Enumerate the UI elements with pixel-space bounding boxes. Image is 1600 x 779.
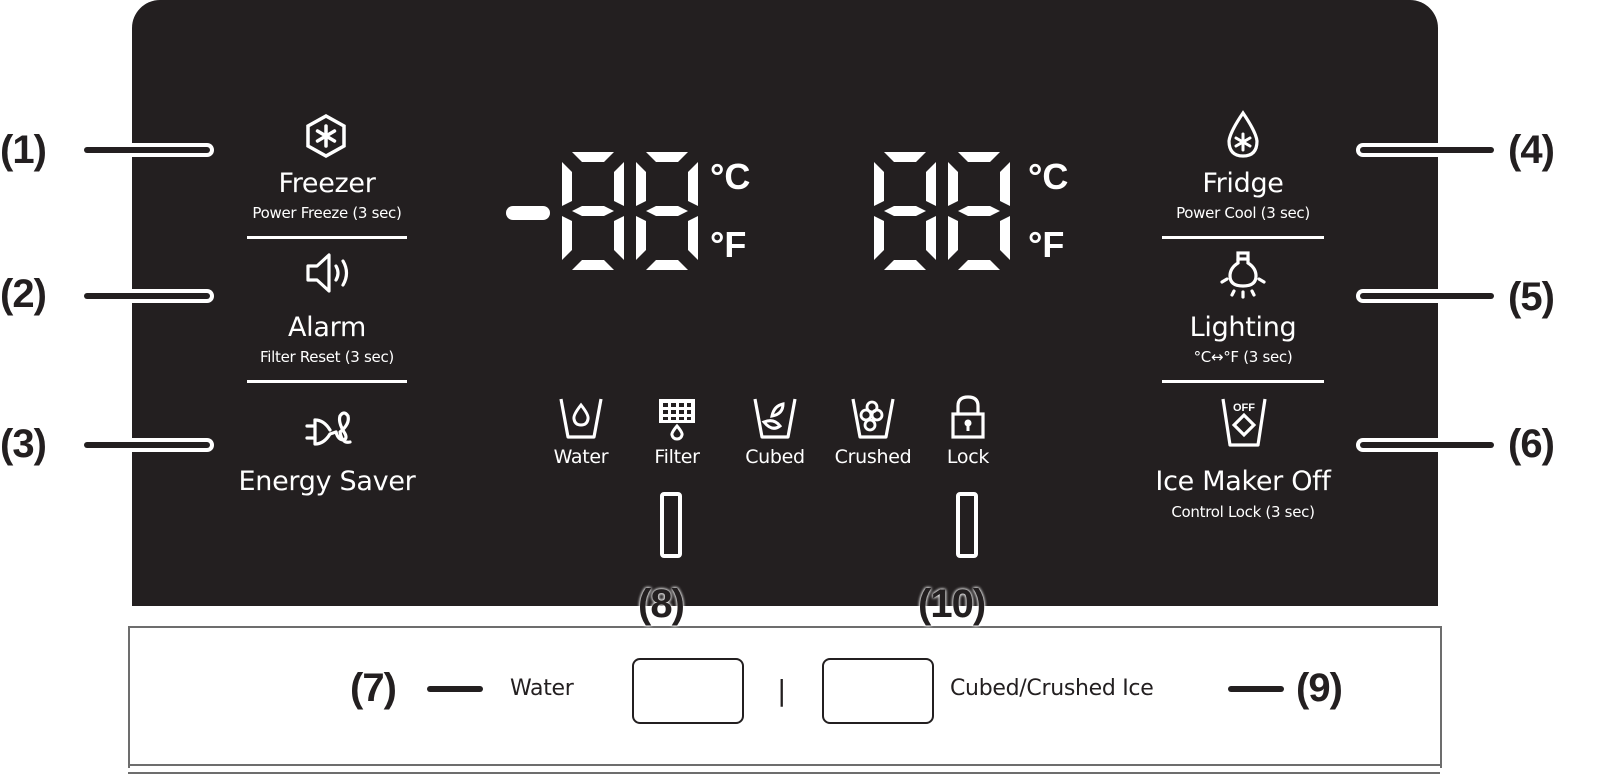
freezer-temperature-display	[506, 152, 698, 270]
digit-segment-d	[958, 260, 1000, 270]
snowflake-hexagon-icon	[304, 113, 348, 159]
indicator-filter-label: Filter	[654, 446, 700, 468]
crushed-ice-icon	[850, 396, 896, 440]
ice-off-icon: OFF	[1220, 396, 1268, 448]
digit-segment-g	[572, 206, 614, 216]
lightbulb-icon	[1218, 250, 1268, 300]
digit-segment-a	[646, 152, 688, 162]
energy-saver-title: Energy Saver	[238, 466, 416, 497]
digit-segment-a	[572, 152, 614, 162]
divider	[128, 772, 1440, 774]
leader-line-4	[1360, 147, 1494, 153]
digit-segment-e	[636, 216, 646, 260]
digit-segment-b	[614, 162, 624, 206]
digit-segment-d	[884, 260, 926, 270]
plug-icon	[304, 410, 354, 450]
leader-line-1	[84, 147, 210, 153]
freezer-unit-celsius: °C	[710, 156, 751, 197]
callout-7: (7)	[350, 666, 397, 710]
digit-segment-e	[948, 216, 958, 260]
digit-segment-b	[688, 162, 698, 206]
indicator-lock-label: Lock	[946, 446, 990, 468]
divider	[1162, 380, 1324, 383]
leader-line-2	[84, 293, 210, 299]
fridge-title: Fridge	[1202, 168, 1284, 199]
svg-text:OFF: OFF	[1233, 402, 1255, 414]
digit-segment-g	[646, 206, 688, 216]
fridge-subtitle: Power Cool (3 sec)	[1176, 204, 1310, 222]
minus-segment	[506, 206, 550, 220]
freezer-unit-fahrenheit: °F	[710, 224, 747, 265]
leader-line-7	[427, 686, 483, 692]
digit-segment-d	[646, 260, 688, 270]
digit-segment-c	[926, 216, 936, 260]
ice-dispenser-pad[interactable]	[822, 658, 934, 724]
digit-segment-c	[688, 216, 698, 260]
indicator-cubed-label: Cubed	[745, 446, 805, 468]
callout-6: (6)	[1508, 422, 1555, 466]
freezer-subtitle: Power Freeze (3 sec)	[252, 204, 402, 222]
divider	[128, 764, 1440, 766]
digit-segment-f	[948, 162, 958, 206]
digit-segment-e	[874, 216, 884, 260]
digit-segment-c	[1000, 216, 1010, 260]
callout-4: (4)	[1508, 128, 1555, 172]
drop-snowflake-icon	[1224, 110, 1262, 160]
lighting-subtitle: °C↔°F (3 sec)	[1193, 348, 1293, 366]
digit-segment-f	[562, 162, 572, 206]
ice-dispenser-label: Cubed/Crushed Ice	[950, 676, 1154, 701]
speaker-icon	[305, 252, 353, 294]
digit-segment-g	[958, 206, 1000, 216]
freezer-title: Freezer	[278, 168, 376, 199]
alarm-subtitle: Filter Reset (3 sec)	[260, 348, 394, 366]
divider	[247, 380, 407, 383]
callout-2: (2)	[0, 272, 47, 316]
cubed-ice-icon	[752, 396, 798, 440]
ice-maker-off-title: Ice Maker Off	[1155, 466, 1331, 497]
digit-segment-a	[884, 152, 926, 162]
filter-icon	[656, 396, 698, 442]
divider	[1162, 236, 1324, 239]
ice-maker-off-subtitle: Control Lock (3 sec)	[1171, 503, 1315, 521]
callout-5: (5)	[1508, 275, 1555, 319]
water-glass-icon	[558, 396, 604, 440]
dispenser-separator: |	[777, 674, 787, 707]
leader-line-6	[1360, 442, 1494, 448]
digit-segment-b	[1000, 162, 1010, 206]
indicator-crushed-label: Crushed	[834, 446, 912, 468]
water-dispenser-label: Water	[510, 676, 574, 701]
leader-line-5	[1360, 293, 1494, 299]
digit-segment-a	[958, 152, 1000, 162]
alarm-title: Alarm	[288, 312, 366, 343]
digit-segment-b	[926, 162, 936, 206]
water-dispenser-pad[interactable]	[632, 658, 744, 724]
callout-9: (9)	[1296, 666, 1343, 710]
filter-button-slot[interactable]	[660, 492, 682, 558]
callout-8: (8)	[638, 582, 685, 626]
digit-segment-c	[614, 216, 624, 260]
indicator-water-label: Water	[553, 446, 609, 468]
digit-segment-f	[874, 162, 884, 206]
fridge-temperature-display	[874, 152, 1010, 270]
digit-segment-d	[572, 260, 614, 270]
divider	[247, 236, 407, 239]
lock-button-slot[interactable]	[956, 492, 978, 558]
digit-segment-e	[562, 216, 572, 260]
leader-line-9	[1228, 686, 1284, 692]
lock-icon	[950, 394, 986, 440]
leader-line-3	[84, 442, 210, 448]
digit-segment-f	[636, 162, 646, 206]
callout-10: (10)	[918, 582, 986, 626]
callout-3: (3)	[0, 422, 47, 466]
digit-segment-g	[884, 206, 926, 216]
lighting-title: Lighting	[1189, 312, 1297, 343]
fridge-unit-celsius: °C	[1028, 156, 1069, 197]
fridge-unit-fahrenheit: °F	[1028, 224, 1065, 265]
callout-1: (1)	[0, 128, 47, 172]
